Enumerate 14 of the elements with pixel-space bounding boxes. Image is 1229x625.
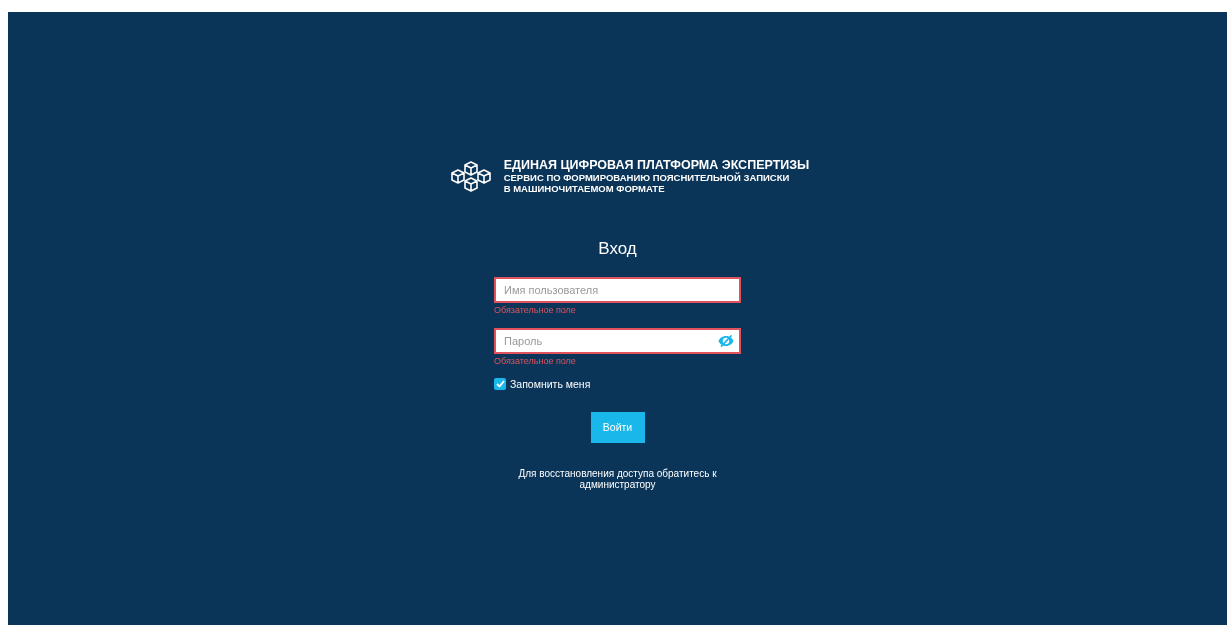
platform-title: ЕДИНАЯ ЦИФРОВАЯ ПЛАТФОРМА ЭКСПЕРТИЗЫ — [503, 158, 810, 172]
login-button[interactable]: Войти — [590, 412, 645, 444]
error-message: Обязательное поле — [494, 304, 577, 316]
remember-label: Запомнить меня — [510, 376, 591, 392]
login-heading: Вход — [598, 238, 637, 260]
remember-checkbox[interactable] — [494, 378, 506, 391]
password-field[interactable]: Пароль — [494, 327, 741, 354]
checkmark-icon — [495, 380, 505, 389]
error-message: Обязательное поле — [494, 355, 577, 367]
recovery-hint: Для восстановления доступа обратитесь к администратору — [517, 468, 718, 491]
service-subtitle: В МАШИНОЧИТАЕМОМ ФОРМАТЕ — [503, 183, 666, 194]
cubes-logo-icon — [449, 160, 492, 192]
username-field[interactable]: Имя пользователя — [494, 276, 741, 303]
service-subtitle: СЕРВИС ПО ФОРМИРОВАНИЮ ПОЯСНИТЕЛЬНОЙ ЗАПИСКИ — [503, 172, 791, 183]
